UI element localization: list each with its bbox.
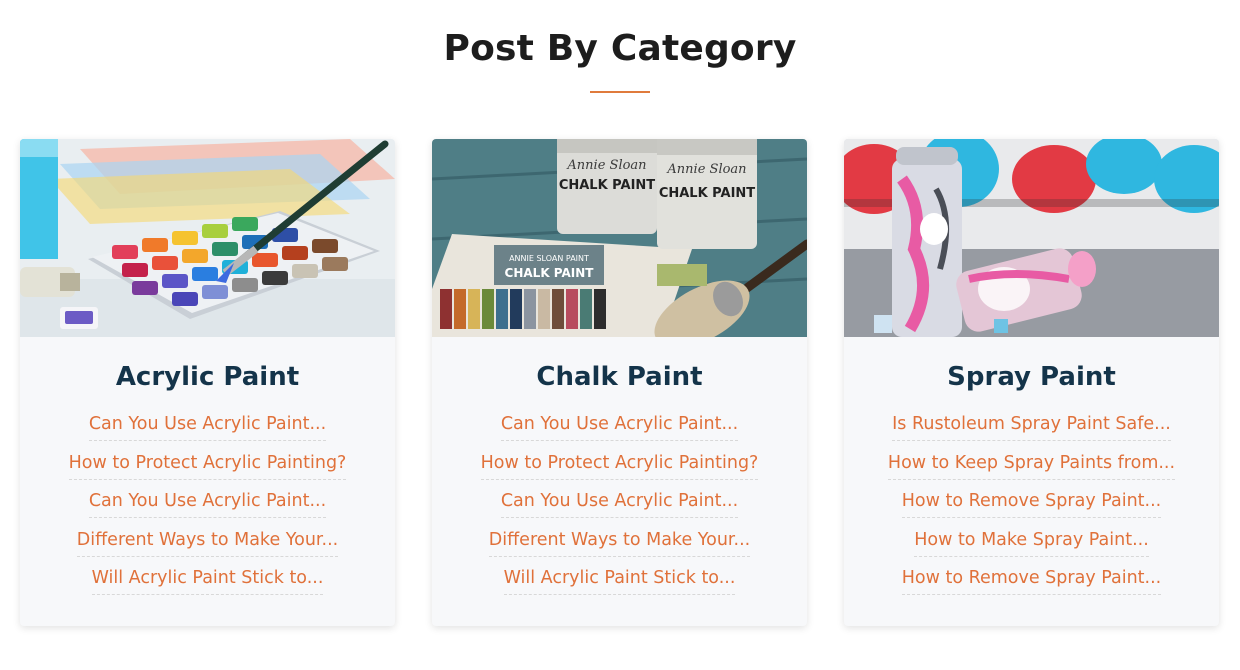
- list-item: Is Rustoleum Spray Paint Safe...: [844, 407, 1219, 446]
- post-link[interactable]: Is Rustoleum Spray Paint Safe...: [892, 407, 1171, 441]
- post-link[interactable]: Will Acrylic Paint Stick to...: [503, 561, 736, 596]
- svg-text:ANNIE SLOAN PAINT: ANNIE SLOAN PAINT: [509, 254, 589, 263]
- svg-text:CHALK PAINT: CHALK PAINT: [659, 186, 755, 201]
- category-title[interactable]: Acrylic Paint: [20, 361, 395, 393]
- list-item: Can You Use Acrylic Paint...: [432, 484, 807, 523]
- list-item: Different Ways to Make Your...: [20, 523, 395, 562]
- svg-text:Annie Sloan: Annie Sloan: [666, 162, 746, 177]
- post-link[interactable]: Different Ways to Make Your...: [488, 523, 751, 557]
- list-item: Different Ways to Make Your...: [432, 523, 807, 562]
- svg-text:Annie Sloan: Annie Sloan: [566, 158, 646, 173]
- list-item: How to Keep Spray Paints from...: [844, 446, 1219, 485]
- post-by-category-section: Post By Category Acrylic Paint Can You U…: [0, 0, 1240, 670]
- list-item: How to Protect Acrylic Painting?: [20, 446, 395, 485]
- post-link[interactable]: Can You Use Acrylic Paint...: [500, 407, 739, 441]
- post-link[interactable]: How to Make Spray Paint...: [914, 523, 1149, 557]
- post-link-list: Can You Use Acrylic Paint... How to Prot…: [432, 407, 807, 600]
- list-item: Will Acrylic Paint Stick to...: [20, 561, 395, 600]
- post-link[interactable]: How to Remove Spray Paint...: [901, 561, 1162, 596]
- section-title: Post By Category: [443, 28, 797, 69]
- category-image-spray-paint[interactable]: [844, 139, 1219, 337]
- list-item: Can You Use Acrylic Paint...: [20, 484, 395, 523]
- category-title[interactable]: Chalk Paint: [432, 361, 807, 393]
- post-link[interactable]: How to Remove Spray Paint...: [901, 484, 1162, 519]
- list-item: How to Protect Acrylic Painting?: [432, 446, 807, 485]
- category-card-acrylic-paint: Acrylic Paint Can You Use Acrylic Paint.…: [20, 139, 395, 626]
- post-link[interactable]: How to Protect Acrylic Painting?: [480, 446, 759, 480]
- category-image-chalk-paint[interactable]: ANNIE SLOAN PAINT CHALK PAINT Annie Sloa…: [432, 139, 807, 337]
- category-card-chalk-paint: ANNIE SLOAN PAINT CHALK PAINT Annie Sloa…: [432, 139, 807, 626]
- list-item: Can You Use Acrylic Paint...: [20, 407, 395, 446]
- post-link[interactable]: Can You Use Acrylic Paint...: [500, 484, 739, 519]
- list-item: Can You Use Acrylic Paint...: [432, 407, 807, 446]
- list-item: Will Acrylic Paint Stick to...: [432, 561, 807, 600]
- post-link[interactable]: How to Protect Acrylic Painting?: [68, 446, 347, 480]
- title-underline: [590, 91, 650, 93]
- list-item: How to Remove Spray Paint...: [844, 484, 1219, 523]
- svg-text:CHALK PAINT: CHALK PAINT: [559, 178, 655, 193]
- post-link[interactable]: Different Ways to Make Your...: [76, 523, 339, 557]
- list-item: How to Remove Spray Paint...: [844, 561, 1219, 600]
- svg-text:CHALK PAINT: CHALK PAINT: [505, 266, 595, 280]
- post-link-list: Can You Use Acrylic Paint... How to Prot…: [20, 407, 395, 600]
- category-image-acrylic-paint[interactable]: [20, 139, 395, 337]
- category-title[interactable]: Spray Paint: [844, 361, 1219, 393]
- category-card-spray-paint: Spray Paint Is Rustoleum Spray Paint Saf…: [844, 139, 1219, 626]
- list-item: How to Make Spray Paint...: [844, 523, 1219, 562]
- post-link[interactable]: Can You Use Acrylic Paint...: [88, 407, 327, 441]
- post-link-list: Is Rustoleum Spray Paint Safe... How to …: [844, 407, 1219, 600]
- post-link[interactable]: How to Keep Spray Paints from...: [887, 446, 1176, 480]
- post-link[interactable]: Can You Use Acrylic Paint...: [88, 484, 327, 519]
- post-link[interactable]: Will Acrylic Paint Stick to...: [91, 561, 324, 596]
